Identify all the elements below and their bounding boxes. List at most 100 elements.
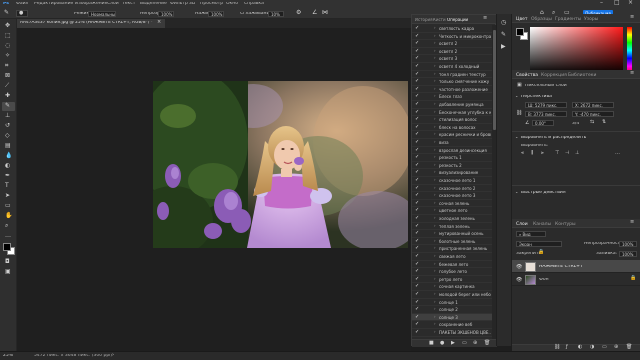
action-row[interactable]: ✓ › только смягчение кожу <box>412 78 492 86</box>
eye-icon[interactable]: 👁 <box>516 264 522 270</box>
lock-icon[interactable]: 🔒 <box>538 250 544 255</box>
chevron-right-icon[interactable]: › <box>434 169 436 175</box>
eye-icon[interactable]: 👁 <box>516 277 522 283</box>
status-menu-icon[interactable]: › <box>112 353 114 358</box>
check-icon[interactable]: ✓ <box>415 154 419 160</box>
tab-color[interactable]: Цвет <box>516 17 528 22</box>
check-icon[interactable]: ✓ <box>415 314 419 320</box>
action-row[interactable]: ✓ › взрослая дезинсекция <box>412 147 492 155</box>
action-row[interactable]: ✓ › виза <box>412 139 492 147</box>
action-row[interactable]: ✓ › Четкость и микроконтраст <box>412 33 492 41</box>
action-label[interactable]: ПАКЕТЫ ЭКШЕНОВ ЦВЕ... <box>439 330 491 335</box>
blend-mode-select[interactable]: Экран <box>516 241 562 247</box>
healing-tool-icon[interactable]: ✚ <box>5 93 10 99</box>
action-row[interactable]: ✓ › свежая лето <box>412 253 492 261</box>
hand-tool-icon[interactable]: ✋ <box>5 213 12 219</box>
action-row[interactable]: ✓ › ПАКЕТЫ ЭКШЕНОВ ЦВЕ... <box>412 329 492 337</box>
check-icon[interactable]: ✓ <box>415 55 419 61</box>
menu-item-help[interactable]: Справка <box>244 2 264 7</box>
angle-field[interactable]: 0,00° <box>532 120 554 126</box>
chevron-right-icon[interactable]: › <box>434 162 436 168</box>
chevron-right-icon[interactable]: › <box>434 124 436 130</box>
layer-row[interactable]: 👁 НАЖМИТЕ CTRL+T <box>512 260 640 273</box>
action-row[interactable]: ✓ › сказочное лето 1 <box>412 177 492 185</box>
check-icon[interactable]: ✓ <box>415 283 419 289</box>
check-icon[interactable]: ✓ <box>415 321 419 327</box>
check-icon[interactable]: ✓ <box>415 238 419 244</box>
fill-field[interactable]: 100% <box>619 251 637 257</box>
check-icon[interactable]: ✓ <box>415 169 419 175</box>
chevron-right-icon[interactable]: › <box>434 200 436 206</box>
action-row[interactable]: ✓ › блеск на волосах <box>412 124 492 132</box>
type-tool-icon[interactable]: T <box>5 183 9 189</box>
menu-item-layers[interactable]: Слои <box>107 2 119 7</box>
chevron-right-icon[interactable]: › <box>434 230 436 236</box>
action-row[interactable]: ✓ › цветное лето <box>412 207 492 215</box>
action-label[interactable]: сказочное лето 2 <box>439 186 491 191</box>
menu-item-window[interactable]: Окно <box>226 2 238 7</box>
color-fg-swatch[interactable] <box>516 28 524 36</box>
layers-menu-icon[interactable]: ≡ <box>630 220 634 225</box>
brush-panel-icon[interactable]: ✎ <box>501 32 506 38</box>
action-label[interactable]: сочная картинка <box>439 284 491 289</box>
chevron-right-icon[interactable]: › <box>434 109 436 115</box>
check-icon[interactable]: ✓ <box>415 200 419 206</box>
check-icon[interactable]: ✓ <box>415 131 419 137</box>
action-label[interactable]: светлость кадра <box>439 26 491 31</box>
action-label[interactable]: резкость 2 <box>439 163 491 168</box>
check-icon[interactable]: ✓ <box>415 299 419 305</box>
action-row[interactable]: ✓ › светлость кадра <box>412 25 492 33</box>
action-row[interactable]: ✓ › добавление румянца <box>412 101 492 109</box>
action-label[interactable]: сказочное лето 1 <box>439 178 491 183</box>
crop-tool-icon[interactable]: ⌗ <box>5 63 8 69</box>
action-label[interactable]: холодная зелень <box>439 216 491 221</box>
smoothing-field[interactable]: 10% <box>268 10 284 17</box>
action-row[interactable]: ✓ › ретро лето <box>412 276 492 284</box>
check-icon[interactable]: ✓ <box>415 71 419 77</box>
check-icon[interactable]: ✓ <box>415 207 419 213</box>
chevron-right-icon[interactable]: › <box>434 329 436 335</box>
tab-brushes[interactable]: Кисти <box>433 18 446 22</box>
tab-properties[interactable]: Свойства <box>516 73 538 78</box>
quick-actions-title[interactable]: Быстрые действия <box>521 191 566 196</box>
panel-menu-icon[interactable]: ≡ <box>483 16 487 21</box>
tab-history[interactable]: История <box>415 18 433 22</box>
chevron-right-icon[interactable]: › <box>434 71 436 77</box>
action-label[interactable]: блеск на волосах <box>439 125 491 130</box>
check-icon[interactable]: ✓ <box>415 185 419 191</box>
check-icon[interactable]: ✓ <box>415 78 419 84</box>
action-row[interactable]: ✓ › резкость 2 <box>412 162 492 170</box>
flip-vertical-icon[interactable]: ⇅ <box>602 120 606 125</box>
maximize-icon[interactable]: □ <box>614 0 620 6</box>
check-icon[interactable]: ✓ <box>415 268 419 274</box>
action-row[interactable]: ✓ › бежевая лето <box>412 261 492 269</box>
layer-name[interactable]: НАЖМИТЕ CTRL+T <box>539 265 583 270</box>
check-icon[interactable]: ✓ <box>415 245 419 251</box>
check-icon[interactable]: ✓ <box>415 63 419 69</box>
action-row[interactable]: ✓ › голубое лето <box>412 268 492 276</box>
chevron-right-icon[interactable]: › <box>434 192 436 198</box>
menu-item-type[interactable]: Текст <box>122 2 135 7</box>
action-label[interactable]: сказочное лето 3 <box>439 193 491 198</box>
menu-item-filter[interactable]: Фильтр <box>170 2 188 7</box>
width-field[interactable]: Ш: 5279 пикс. <box>525 102 567 108</box>
stamp-tool-icon[interactable]: ⊥ <box>5 113 10 119</box>
zoom-tool-icon[interactable]: ⌕ <box>5 223 8 229</box>
chevron-right-icon[interactable]: › <box>434 25 436 31</box>
chevron-right-icon[interactable]: › <box>434 306 436 312</box>
tab-adjustments[interactable]: Коррекция <box>541 73 567 78</box>
chevron-right-icon[interactable]: › <box>434 253 436 259</box>
record-icon[interactable]: ● <box>440 341 444 346</box>
action-label[interactable]: цветное лето <box>439 208 491 213</box>
action-row[interactable]: ✓ › Блеск глаз <box>412 93 492 101</box>
check-icon[interactable]: ✓ <box>415 33 419 39</box>
tab-layers[interactable]: Слои <box>516 222 528 227</box>
action-row[interactable]: ✓ › солнце 3 <box>412 313 492 322</box>
path-select-icon[interactable]: ➤ <box>5 193 10 199</box>
frame-tool-icon[interactable]: ⊠ <box>5 73 10 79</box>
pen-tool-icon[interactable]: ✒ <box>5 173 10 179</box>
height-field[interactable]: В: 3773 пикс. <box>525 111 567 117</box>
screen-mode-icon[interactable]: ▣ <box>5 269 11 275</box>
chevron-right-icon[interactable]: › <box>434 261 436 267</box>
chevron-right-icon[interactable]: › <box>434 40 436 46</box>
